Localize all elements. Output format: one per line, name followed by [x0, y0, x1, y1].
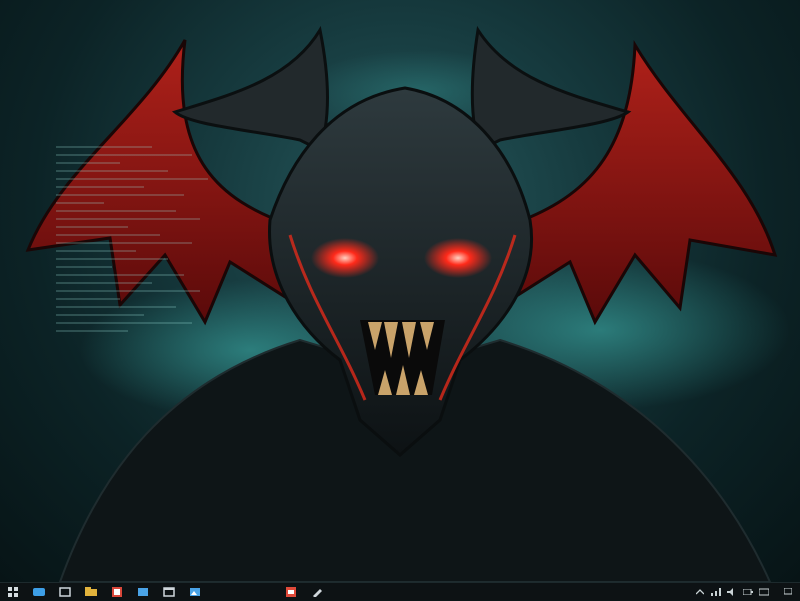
taskbar-office-button[interactable]: [106, 584, 128, 600]
desktop[interactable]: [0, 0, 800, 582]
explorer-icon: [85, 586, 97, 596]
taskbar-store-button[interactable]: [54, 584, 76, 600]
taskbar-apps: [0, 583, 330, 601]
notification-button[interactable]: [782, 586, 794, 598]
taskbar-tool-button[interactable]: [306, 584, 328, 600]
tray-language-button[interactable]: [758, 586, 770, 598]
photos-icon: [190, 587, 200, 596]
taskbar: [0, 582, 800, 600]
battery-icon: [743, 588, 753, 595]
system-tray: [692, 583, 800, 601]
store-icon: [59, 586, 71, 597]
app-red-icon: [286, 586, 296, 597]
language-icon: [759, 588, 769, 595]
start-icon: [8, 586, 18, 597]
tray-chevron-button[interactable]: [694, 586, 706, 598]
taskbar-photos-button[interactable]: [184, 584, 206, 600]
right-horn: [470, 25, 632, 153]
right-eye: [424, 238, 492, 278]
taskbar-red-app-button[interactable]: [280, 584, 302, 600]
tray-network-button[interactable]: [710, 586, 722, 598]
taskbar-window-button[interactable]: [158, 584, 180, 600]
code-overlay: [56, 140, 216, 360]
taskbar-edge-button[interactable]: [28, 584, 50, 600]
chevron-up-icon: [696, 588, 704, 594]
start-button[interactable]: [2, 584, 24, 600]
office-icon: [112, 586, 122, 597]
left-horn: [171, 25, 329, 153]
volume-icon: [727, 587, 733, 596]
network-icon: [711, 587, 721, 596]
taskbar-explorer-button[interactable]: [80, 584, 102, 600]
left-eye: [311, 238, 379, 278]
notification-icon: [784, 587, 792, 594]
tray-volume-button[interactable]: [726, 586, 738, 598]
taskbar-app-button[interactable]: [132, 584, 154, 600]
app-icon: [138, 587, 148, 596]
tray-battery-button[interactable]: [742, 586, 754, 598]
edge-icon: [33, 587, 45, 596]
window-icon: [163, 586, 175, 597]
tool-icon: [313, 588, 322, 597]
